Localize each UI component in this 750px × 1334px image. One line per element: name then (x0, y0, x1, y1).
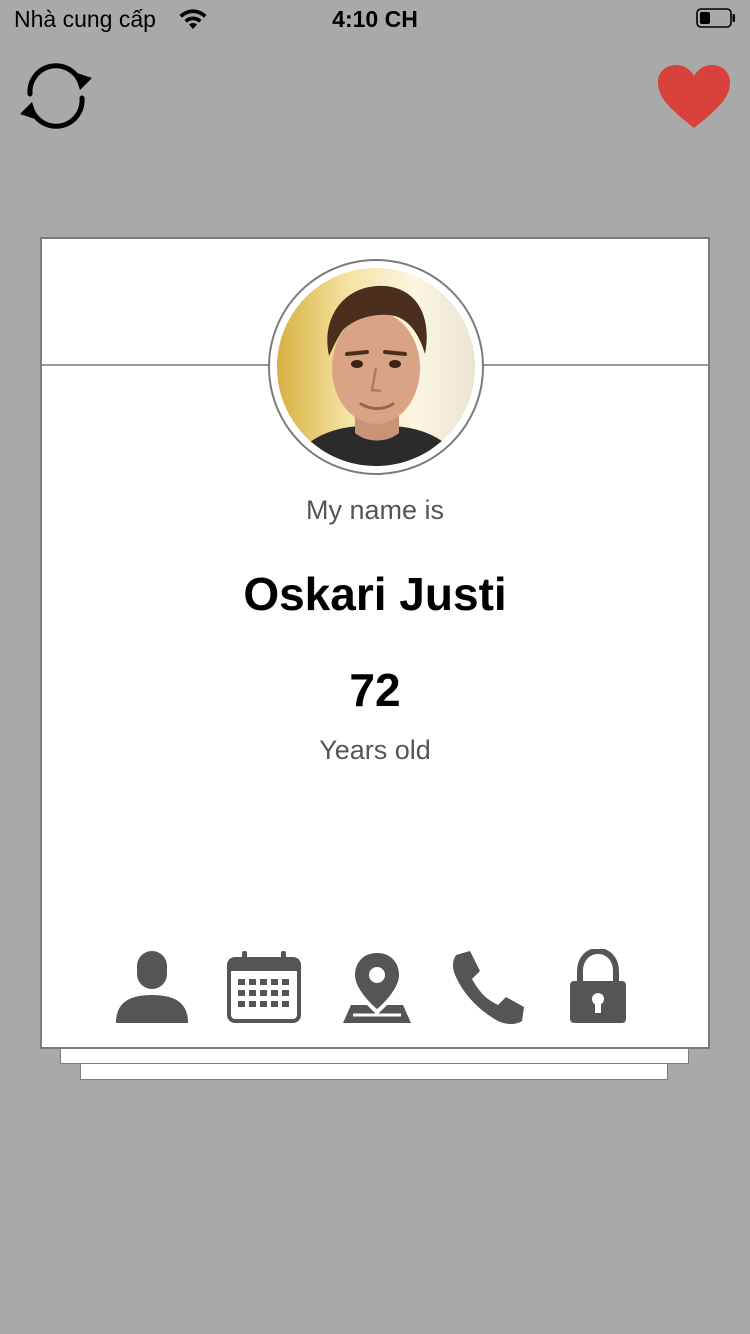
avatar-frame (268, 259, 484, 475)
tab-user[interactable] (110, 945, 194, 1029)
refresh-icon (20, 63, 92, 129)
calendar-icon (227, 951, 301, 1023)
favorite-button[interactable] (656, 64, 732, 130)
tab-calendar[interactable] (222, 945, 306, 1029)
profile-age: 72 (349, 664, 401, 716)
refresh-button[interactable] (18, 58, 94, 134)
status-time: 4:10 CH (332, 6, 418, 32)
lock-icon (570, 949, 626, 1023)
name-caption: My name is (305, 495, 445, 525)
tab-phone[interactable] (446, 945, 530, 1029)
user-icon (116, 951, 188, 1023)
tab-lock[interactable] (556, 945, 640, 1029)
info-tab-bar (42, 945, 708, 1029)
age-caption: Years old (319, 735, 431, 765)
profile-card[interactable]: My name is Oskari Justi 72 Years old (40, 237, 710, 1049)
profile-name: Oskari Justi (243, 568, 507, 620)
battery-icon (696, 8, 736, 28)
phone-icon (453, 951, 524, 1024)
heart-icon (658, 65, 730, 128)
tab-location[interactable] (335, 945, 419, 1029)
status-bar: Nhà cung cấp 4:10 CH (0, 0, 750, 42)
map-pin-icon (343, 953, 411, 1023)
avatar (277, 268, 475, 466)
